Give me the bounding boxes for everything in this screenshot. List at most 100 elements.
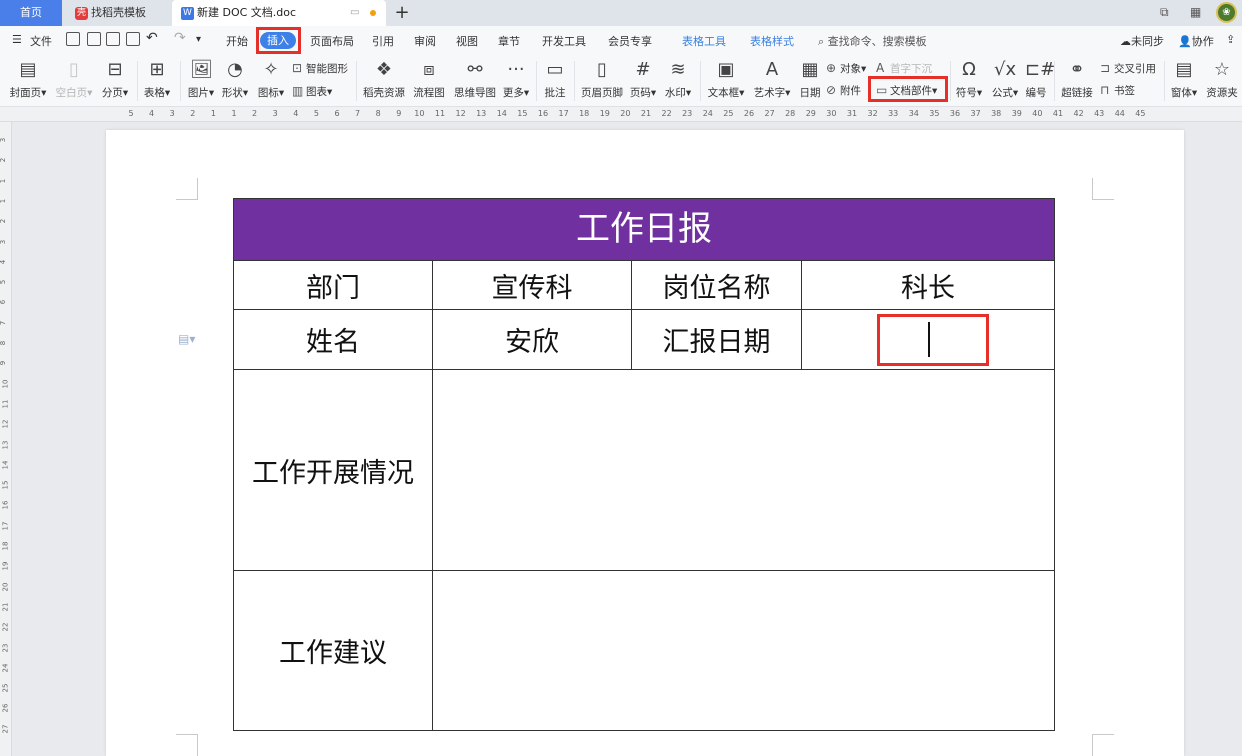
watermark-button[interactable]: ≋ 水印▾ xyxy=(662,59,694,100)
icon-library-button[interactable]: ✧ 图标▾ xyxy=(256,59,286,100)
share-icon[interactable]: ⇪ xyxy=(1226,33,1235,46)
work-report-table[interactable]: 工作日报 部门 宣传科 岗位名称 科长 姓名 安欣 汇报日期 工作开展情况 工作… xyxy=(233,198,1055,731)
cover-page-label: 封面页 xyxy=(9,87,42,99)
dropcap-button[interactable]: A 首字下沉 xyxy=(876,61,932,76)
hyperlink-button[interactable]: ⚭ 超链接 xyxy=(1060,59,1094,100)
menu-section[interactable]: 章节 xyxy=(498,33,520,49)
attachment-button[interactable]: ⊘ 附件 xyxy=(826,83,861,98)
resource-folder-button[interactable]: ☆ 资源夹 xyxy=(1204,59,1240,100)
ruler-tick-label: 24 xyxy=(1,663,10,673)
tab-bar: 首页 壳找稻壳模板 W 新建 DOC 文档.doc ▭ + ⧉ ▦ ❀ xyxy=(0,0,1242,26)
ruler-tick-label: 36 xyxy=(949,109,961,118)
hamburger-menu-icon[interactable]: ☰ xyxy=(12,33,22,46)
mindmap-button[interactable]: ⚯ 思维导图 xyxy=(453,59,497,100)
bookmark-button[interactable]: ⊓ 书签 xyxy=(1100,83,1135,98)
table-cell[interactable]: 工作建议 xyxy=(234,571,432,730)
ruler-tick-label: 2 xyxy=(0,218,8,224)
more-button[interactable]: ··· 更多▾ xyxy=(502,59,530,100)
menu-start[interactable]: 开始 xyxy=(226,33,248,49)
table-cell[interactable]: 姓名 xyxy=(234,310,432,369)
work-progress-cell[interactable] xyxy=(433,370,1054,570)
menu-insert[interactable]: 插入 xyxy=(260,32,296,49)
header-footer-icon: ▯ xyxy=(597,59,607,80)
page-number-button[interactable]: # 页码▾ xyxy=(628,59,658,100)
vertical-ruler[interactable]: 3 2 1 1 2 3 4 5 6 7 8 9 10 11 12 13 14 15 16 17 18 19 20 21 22 23… xyxy=(0,122,12,756)
tab-document[interactable]: W 新建 DOC 文档.doc ▭ xyxy=(172,0,386,26)
ruler-tick-label: 27 xyxy=(764,109,775,118)
omega-icon: Ω xyxy=(962,59,976,80)
menu-review[interactable]: 审阅 xyxy=(414,33,436,49)
object-button[interactable]: ⊕ 对象▾ xyxy=(826,61,866,76)
wordart-button[interactable]: A 艺术字▾ xyxy=(752,59,792,100)
sync-status[interactable]: ☁未同步 xyxy=(1120,33,1164,49)
quick-access-dropdown-icon[interactable]: ▾ xyxy=(196,34,201,45)
header-footer-label: 页眉页脚 xyxy=(581,87,623,99)
table-cell[interactable]: 科长 xyxy=(802,261,1054,309)
ruler-tick-label: 3 xyxy=(272,109,278,118)
more-label: 更多 xyxy=(502,87,524,99)
tab-home[interactable]: 首页 xyxy=(0,0,62,26)
print-icon[interactable] xyxy=(106,32,120,46)
table-cell[interactable]: 安欣 xyxy=(433,310,631,369)
symbol-button[interactable]: Ω 符号▾ xyxy=(954,59,984,100)
layout-icon[interactable]: ⧉ xyxy=(1160,5,1169,20)
comment-button[interactable]: ▭ 批注 xyxy=(542,59,568,100)
table-cell[interactable]: 工作开展情况 xyxy=(234,370,432,570)
textbox-icon: ▣ xyxy=(717,59,735,80)
date-cell-highlight-box xyxy=(877,314,989,366)
ruler-tick-label: 22 xyxy=(1,622,10,632)
numbering-button[interactable]: ⊏# 编号 xyxy=(1024,59,1055,100)
flowchart-button[interactable]: ⧈ 流程图 xyxy=(412,59,446,100)
formula-button[interactable]: √x 公式▾ xyxy=(990,59,1020,100)
table-title[interactable]: 工作日报 xyxy=(234,199,1054,260)
menu-page-layout[interactable]: 页面布局 xyxy=(310,33,354,49)
smartart-button[interactable]: ⊡ 智能图形 xyxy=(292,61,348,76)
header-footer-button[interactable]: ▯ 页眉页脚 xyxy=(580,59,624,100)
new-tab-button[interactable]: + xyxy=(394,0,410,26)
menu-member[interactable]: 会员专享 xyxy=(608,33,652,49)
blank-page-button[interactable]: ▯ 空白页▾ xyxy=(54,59,94,100)
page-break-button[interactable]: ⊟ 分页▾ xyxy=(100,59,130,100)
save-icon[interactable] xyxy=(66,32,80,46)
chart-button[interactable]: ▥ 图表▾ xyxy=(292,84,332,99)
menu-view[interactable]: 视图 xyxy=(456,33,478,49)
horizontal-ruler[interactable]: 5 4 3 2 1 1 2 3 4 5 6 7 8 9 10 11 12 13 14 15 16 17 18 19 20 21 22… xyxy=(0,107,1242,122)
shape-button[interactable]: ◔ 形状▾ xyxy=(220,59,250,100)
export-icon[interactable] xyxy=(87,32,101,46)
table-cell[interactable]: 汇报日期 xyxy=(632,310,801,369)
picture-button[interactable]: 🖼 图片▾ xyxy=(186,59,216,100)
table-cell[interactable]: 宣传科 xyxy=(433,261,631,309)
apps-grid-icon[interactable]: ▦ xyxy=(1190,5,1201,19)
docer-resource-button[interactable]: ❖ 稻壳资源 xyxy=(362,59,406,100)
paperclip-icon: ⊘ xyxy=(826,83,837,97)
window-icon[interactable]: ▭ xyxy=(350,0,359,26)
menu-developer[interactable]: 开发工具 xyxy=(542,33,586,49)
textbox-button[interactable]: ▣ 文本框▾ xyxy=(706,59,746,100)
menu-table-tools[interactable]: 表格工具 xyxy=(682,33,726,49)
ruler-tick-label: 3 xyxy=(0,137,8,143)
paragraph-menu-icon[interactable]: ▤▾ xyxy=(178,332,195,346)
menu-references[interactable]: 引用 xyxy=(372,33,394,49)
work-suggestion-cell[interactable] xyxy=(433,571,1054,730)
ruler-tick-label: 11 xyxy=(434,109,446,118)
tab-stencil[interactable]: 壳找稻壳模板 xyxy=(63,0,170,26)
crossref-button[interactable]: ⊐ 交叉引用 xyxy=(1100,61,1156,76)
table-button[interactable]: ⊞ 表格▾ xyxy=(142,59,172,100)
avatar[interactable]: ❀ xyxy=(1216,2,1237,23)
menu-file[interactable]: 文件 xyxy=(30,33,52,49)
table-cell[interactable]: 岗位名称 xyxy=(632,261,801,309)
table-cell[interactable]: 部门 xyxy=(234,261,432,309)
form-button[interactable]: ▤ 窗体▾ xyxy=(1168,59,1200,100)
collab-button[interactable]: 👤协作 xyxy=(1178,33,1214,49)
cover-page-button[interactable]: ▤ 封面页▾ xyxy=(8,59,48,100)
shape-icon: ◔ xyxy=(227,59,243,80)
print-preview-icon[interactable] xyxy=(126,32,140,46)
ruler-tick-label: 44 xyxy=(1114,109,1125,118)
redo-icon[interactable]: ↷ xyxy=(174,30,186,46)
undo-icon[interactable]: ↶ xyxy=(146,30,158,46)
menu-table-style[interactable]: 表格样式 xyxy=(750,33,794,49)
date-button[interactable]: ▦ 日期 xyxy=(798,59,822,100)
tab-stencil-label: 找稻壳模板 xyxy=(91,6,146,19)
formula-label: 公式 xyxy=(991,87,1013,99)
command-search[interactable]: ⌕ 查找命令、搜索模板 xyxy=(818,33,927,49)
